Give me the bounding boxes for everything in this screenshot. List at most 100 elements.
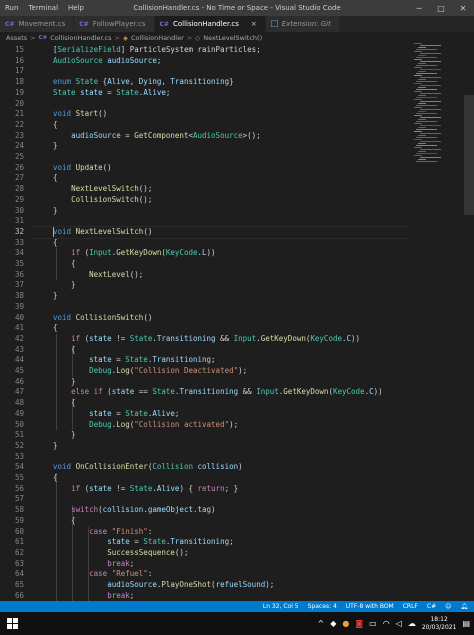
- code-token: )): [351, 333, 361, 343]
- line-number: 27: [14, 173, 24, 183]
- feedback-icon[interactable]: ☺: [445, 603, 451, 610]
- line-number: 54: [14, 462, 24, 472]
- minimize-button[interactable]: ─: [408, 0, 430, 16]
- code-editor[interactable]: 15 [SerializeField] ParticleSystem rainPa…: [0, 43, 410, 601]
- minimap-line: [418, 79, 426, 80]
- clock[interactable]: 18:12 20/03/2021: [422, 616, 457, 632]
- code-token: }: [53, 291, 58, 301]
- code-token: void: [53, 162, 72, 172]
- menu-item-help[interactable]: Help: [63, 4, 89, 12]
- dropbox-icon[interactable]: ◆: [330, 619, 336, 628]
- minimap-line: [418, 151, 426, 152]
- code-token: Log: [116, 366, 130, 375]
- breadcrumb-item-class[interactable]: CollisionHandler: [131, 34, 184, 42]
- line-number: 16: [14, 55, 24, 65]
- code-token: Debug: [89, 366, 112, 375]
- code-token: GetKeyDown: [260, 333, 306, 343]
- app-tray-icon[interactable]: ●: [342, 619, 349, 628]
- code-token: Log: [116, 419, 130, 429]
- code-line: NextLevelSwitch();: [53, 184, 152, 193]
- minimap-line: [414, 139, 422, 140]
- code-token: :: [147, 526, 153, 536]
- minimap-line: [414, 123, 422, 124]
- cursor-position[interactable]: Ln 32, Col 5: [263, 603, 299, 610]
- line-number: 21: [14, 109, 24, 119]
- minimap[interactable]: [412, 43, 462, 173]
- action-center-icon[interactable]: ▤: [462, 619, 470, 628]
- scrollbar-thumb[interactable]: [464, 95, 474, 215]
- minimap-line: [414, 67, 422, 68]
- tab-movement[interactable]: C# Movement.cs: [0, 16, 75, 32]
- code-token: =: [120, 130, 135, 140]
- code-line: }: [53, 441, 58, 450]
- code-token: Dying: [138, 77, 162, 87]
- code-token: State: [125, 408, 148, 418]
- breadcrumb-item-file[interactable]: CollisionHandler.cs: [50, 34, 111, 42]
- code-token: ; }: [224, 483, 239, 493]
- start-icon[interactable]: [0, 612, 24, 635]
- tab-collisionhandler[interactable]: C# CollisionHandler.cs ×: [154, 16, 266, 32]
- code-token: &&: [215, 333, 234, 343]
- line-ending[interactable]: CRLF: [403, 603, 418, 610]
- code-token: Debug: [89, 419, 112, 429]
- code-token: NextLevel: [89, 269, 130, 279]
- line-number: 44: [14, 355, 24, 365]
- code-token: Alive: [152, 408, 175, 418]
- code-token: if: [71, 333, 81, 343]
- encoding[interactable]: UTF-8 with BOM: [346, 603, 394, 610]
- minimap-line: [414, 75, 422, 76]
- code-token: =: [102, 87, 117, 97]
- network-icon[interactable]: ◠: [383, 619, 390, 628]
- volume-icon[interactable]: ◁: [396, 619, 402, 628]
- line-number: 39: [14, 301, 24, 311]
- antivirus-icon[interactable]: ◙: [355, 619, 363, 628]
- maximize-button[interactable]: □: [430, 0, 452, 16]
- menu-item-run[interactable]: Run: [0, 4, 23, 12]
- code-token: {: [53, 323, 58, 333]
- minimap-line: [420, 85, 441, 86]
- minimap-line: [420, 117, 441, 118]
- minimap-line: [420, 133, 441, 134]
- breadcrumb-item-method[interactable]: NextLevelSwitch(): [203, 34, 262, 42]
- indentation[interactable]: Spaces: 4: [308, 603, 337, 610]
- tab-followplayer[interactable]: C# FollowPlayer.cs: [74, 16, 155, 32]
- line-number: 25: [14, 152, 24, 161]
- code-token: state: [89, 483, 112, 493]
- code-line: state = State.Alive;: [53, 409, 179, 418]
- code-line: }: [53, 141, 58, 150]
- code-line: {: [53, 398, 76, 407]
- code-token: KeyCode: [310, 333, 342, 343]
- minimap-line: [418, 95, 426, 96]
- chevron-up-icon[interactable]: ^: [318, 619, 325, 628]
- code-token: AudioSource: [192, 130, 243, 140]
- code-token: collision: [102, 505, 144, 515]
- tab-extension-git[interactable]: Extension: Git: [265, 16, 340, 32]
- close-tab-icon[interactable]: ×: [251, 20, 257, 28]
- minimap-line: [414, 147, 422, 148]
- code-token: Transitioning: [179, 387, 239, 397]
- line-number: 33: [14, 237, 24, 247]
- battery-icon[interactable]: ▭: [369, 619, 377, 628]
- code-token: tag: [197, 505, 212, 515]
- code-token: );: [229, 419, 239, 429]
- code-token: refuelSound: [215, 580, 266, 589]
- notifications-icon[interactable]: 🔔︎: [460, 603, 468, 610]
- vertical-scrollbar[interactable]: [464, 43, 474, 601]
- code-token: ) {: [179, 483, 198, 493]
- menu-item-terminal[interactable]: Terminal: [23, 4, 63, 12]
- code-token: (): [98, 109, 108, 119]
- code-token: {: [53, 237, 58, 247]
- csharp-file-icon: C#: [79, 20, 89, 28]
- code-token: (: [80, 248, 90, 258]
- line-number: 35: [14, 259, 24, 268]
- cloud-icon[interactable]: ☁︎: [408, 619, 416, 628]
- language-mode[interactable]: C#: [427, 603, 436, 610]
- close-window-button[interactable]: ✕: [452, 0, 474, 16]
- class-icon: ◈: [122, 33, 128, 42]
- breadcrumb-item-assets[interactable]: Assets: [6, 34, 27, 42]
- code-token: (: [102, 387, 112, 397]
- code-token: state: [111, 387, 135, 397]
